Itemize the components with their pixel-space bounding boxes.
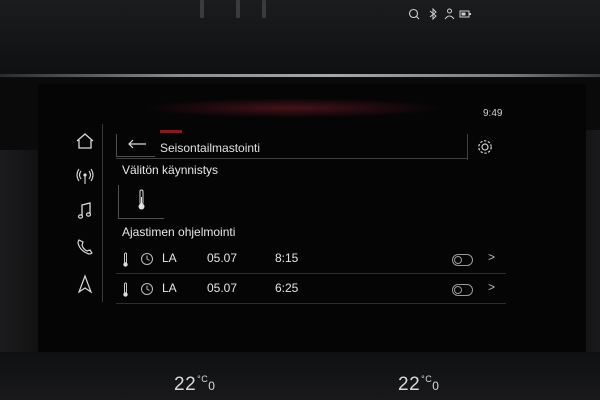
timer-row[interactable]: LA 05.07 6:25 >	[116, 274, 506, 304]
section-immediate-start: Välitön käynnistys	[122, 163, 219, 177]
phone-battery-icon	[459, 10, 471, 18]
radio-icon[interactable]	[74, 165, 96, 187]
temp-right-dec: 0	[432, 379, 440, 393]
toggle-knob	[454, 286, 462, 294]
thermometer-icon	[138, 189, 145, 210]
timer-time: 6:25	[275, 281, 299, 295]
section-timer-programming: Ajastimen ohjelmointi	[122, 225, 236, 239]
vent-slat	[262, 0, 266, 18]
music-icon[interactable]	[74, 200, 96, 222]
thermometer-icon	[123, 252, 128, 267]
timer-row[interactable]: LA 05.07 8:15 >	[116, 244, 506, 274]
header-divider	[116, 158, 468, 159]
timer-day: LA	[162, 281, 177, 295]
nav-rail-divider	[102, 124, 103, 302]
home-icon[interactable]	[74, 130, 96, 152]
toggle-knob	[454, 256, 462, 264]
user-profile-icon	[444, 8, 455, 20]
back-arrow-icon	[128, 139, 146, 149]
navigation-icon[interactable]	[74, 273, 96, 295]
timer-day: LA	[162, 251, 177, 265]
screen-glare	[142, 98, 442, 118]
vent-slat	[200, 0, 204, 18]
clock-icon	[141, 283, 153, 295]
temp-unit-right: °C	[421, 374, 433, 384]
title-accent	[160, 130, 182, 133]
timer-toggle[interactable]	[452, 254, 473, 266]
temp-left-dec: 0	[208, 379, 216, 393]
thermometer-icon	[123, 282, 128, 297]
row-divider	[116, 303, 506, 304]
page-title: Seisontailmastointi	[160, 141, 261, 155]
navigation-active-icon	[408, 8, 420, 20]
climate-temp-left[interactable]: 22°C0	[174, 374, 215, 396]
gear-icon[interactable]	[476, 138, 494, 156]
screen-bezel	[38, 84, 586, 354]
timer-date: 05.07	[207, 251, 238, 265]
immediate-start-button[interactable]	[118, 185, 164, 219]
nav-rail	[14, 124, 58, 304]
timer-toggle[interactable]	[452, 284, 473, 296]
back-button[interactable]	[116, 134, 155, 157]
temp-unit-left: °C	[197, 374, 209, 384]
timer-time: 8:15	[275, 251, 299, 265]
bluetooth-icon	[429, 8, 437, 20]
climate-temp-right[interactable]: 22°C0	[398, 374, 439, 396]
temp-right-int: 22	[398, 374, 421, 395]
timer-date: 05.07	[207, 281, 238, 295]
phone-icon[interactable]	[74, 236, 96, 258]
temp-left-int: 22	[174, 374, 197, 395]
climate-panel	[0, 352, 600, 400]
vent-slat	[236, 0, 240, 18]
chevron-right-icon[interactable]: >	[488, 250, 495, 264]
clock: 9:49	[483, 108, 503, 119]
chevron-right-icon[interactable]: >	[488, 280, 495, 294]
dashboard-trim	[0, 74, 600, 77]
clock-icon	[141, 253, 153, 265]
settings-separator	[467, 134, 468, 160]
dashboard-top	[0, 0, 600, 78]
